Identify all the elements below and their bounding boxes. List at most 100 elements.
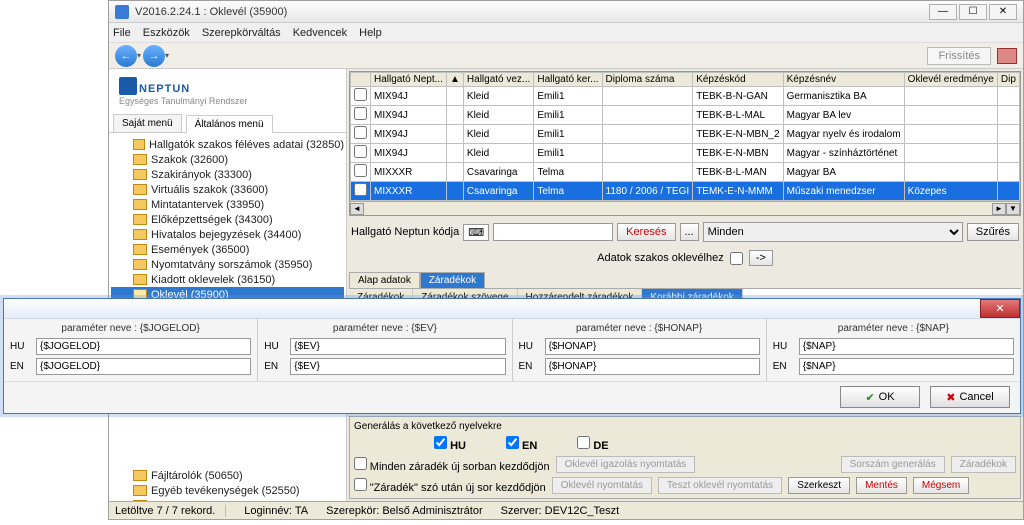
opt-newline[interactable]: Minden záradék új sorban kezdődjön: [354, 457, 550, 473]
filter-button[interactable]: Szűrés: [967, 223, 1019, 241]
param-column: paraméter neve : {$JOGELOD} HU EN: [4, 319, 258, 381]
param-input-hu[interactable]: [799, 338, 1014, 355]
lang-label: EN: [773, 361, 795, 372]
sub-label: Adatok szakos oklevélhez: [597, 252, 724, 264]
generate-box: Generálás a következő nyelvekre HU EN DE…: [349, 416, 1021, 499]
lang-label: EN: [10, 361, 32, 372]
tree-node[interactable]: Fájltárolók (50650): [111, 468, 344, 483]
tabs-primary: Alap adatok Záradékok: [349, 272, 1021, 288]
maximize-button[interactable]: ☐: [959, 4, 987, 20]
param-column: paraméter neve : {$HONAP} HU EN: [513, 319, 767, 381]
lang-de[interactable]: DE: [577, 436, 608, 452]
param-input-en[interactable]: [36, 358, 251, 375]
toolbar: ← ▾ → ▾ Frissítés: [109, 43, 1023, 69]
tab-basic-data[interactable]: Alap adatok: [349, 272, 420, 288]
minimize-button[interactable]: —: [929, 4, 957, 20]
param-input-en[interactable]: [799, 358, 1014, 375]
nav-fwd-drop[interactable]: ▾: [165, 51, 169, 60]
table-row[interactable]: MIX94JKleidEmili1TEBK-B-N-GANGermaniszti…: [351, 87, 1020, 106]
param-input-en[interactable]: [545, 358, 760, 375]
param-header: paraméter neve : {$EV}: [264, 321, 505, 338]
param-column: paraméter neve : {$EV} HU EN: [258, 319, 512, 381]
tree-node[interactable]: Kiadott oklevelek (36150): [111, 272, 344, 287]
lang-hu[interactable]: HU: [434, 436, 466, 452]
search-input[interactable]: [493, 223, 613, 241]
titlebar[interactable]: V2016.2.24.1 : Oklevél (35900) — ☐ ✕: [109, 1, 1023, 23]
tree-node[interactable]: Előképzettségek (34300): [111, 212, 344, 227]
opt-zaradek-newline[interactable]: "Záradék" szó után új sor kezdődjön: [354, 478, 546, 494]
dialog-cancel-button[interactable]: ✖Cancel: [930, 386, 1010, 408]
filter-select[interactable]: Minden: [703, 222, 963, 242]
param-header: paraméter neve : {$JOGELOD}: [10, 321, 251, 338]
tree-node[interactable]: Szakok (32600): [111, 152, 344, 167]
close-button[interactable]: ✕: [989, 4, 1017, 20]
dialog-ok-button[interactable]: ✔OK: [840, 386, 920, 408]
search-label: Hallgató Neptun kódja: [351, 226, 459, 238]
lang-label: EN: [519, 361, 541, 372]
search-button[interactable]: Keresés: [617, 223, 675, 241]
btn-endorsements[interactable]: Záradékok: [951, 456, 1016, 473]
btn-cert-print[interactable]: Oklevél igazolás nyomtatás: [556, 456, 696, 473]
app-icon: [115, 5, 129, 19]
sub-row: Adatok szakos oklevélhez ->: [349, 250, 1021, 266]
lang-en[interactable]: EN: [506, 436, 537, 452]
lang-label: HU: [264, 341, 286, 352]
grid-hscroll[interactable]: ◄ ► ▼: [350, 201, 1020, 215]
data-grid[interactable]: Hallgató Nept...▲Hallgató vez...Hallgató…: [349, 71, 1021, 216]
scroll-left-icon[interactable]: ◄: [350, 203, 364, 215]
btn-test-print[interactable]: Teszt oklevél nyomtatás: [658, 477, 782, 494]
scroll-right-icon[interactable]: ►: [992, 203, 1006, 215]
statusbar: Letöltve 7 / 7 rekord. Loginnév: TA Szer…: [109, 501, 1023, 519]
tree-node[interactable]: Hivatalos bejegyzések (34400): [111, 227, 344, 242]
tab-own-menu[interactable]: Saját menü: [113, 114, 182, 132]
nav-back-button[interactable]: ←: [115, 45, 137, 67]
menu-help[interactable]: Help: [359, 27, 382, 39]
param-input-hu[interactable]: [545, 338, 760, 355]
tree-node[interactable]: Hallgatók szakos féléves adatai (32850): [111, 137, 344, 152]
tab-endorsements[interactable]: Záradékok: [420, 272, 485, 288]
toggle-icon[interactable]: [997, 48, 1017, 64]
btn-edit[interactable]: Szerkeszt: [788, 477, 850, 494]
nav-forward-button[interactable]: →: [143, 45, 165, 67]
btn-diploma-print[interactable]: Oklevél nyomtatás: [552, 477, 652, 494]
table-row[interactable]: MIX94JKleidEmili1TEBK-E-N-MBN_2Magyar ny…: [351, 125, 1020, 144]
scroll-down-icon[interactable]: ▼: [1006, 203, 1020, 215]
nav-back-drop[interactable]: ▾: [137, 51, 141, 60]
param-input-hu[interactable]: [36, 338, 251, 355]
tree-node[interactable]: Egyéb tevékenységek (52550): [111, 483, 344, 498]
status-role: Szerepkör: Belső Adminisztrátor: [326, 505, 483, 517]
sub-arrow-button[interactable]: ->: [749, 250, 773, 266]
search-row: Hallgató Neptun kódja ⌨ Keresés ... Mind…: [349, 220, 1021, 244]
sub-checkbox[interactable]: [730, 252, 743, 265]
tree-node[interactable]: Mintatantervek (33950): [111, 197, 344, 212]
kb-icon[interactable]: ⌨: [463, 224, 489, 241]
tree-node[interactable]: Szakirányok (33300): [111, 167, 344, 182]
table-row[interactable]: MIX94JKleidEmili1TEBK-E-N-MBNMagyar - sz…: [351, 144, 1020, 163]
window-title: V2016.2.24.1 : Oklevél (35900): [135, 6, 927, 18]
table-row[interactable]: MIXXXRCsavaringaTelmaTEBK-B-L-MANMagyar …: [351, 163, 1020, 182]
btn-save[interactable]: Mentés: [856, 477, 907, 494]
refresh-button[interactable]: Frissítés: [927, 47, 991, 65]
param-header: paraméter neve : {$NAP}: [773, 321, 1014, 338]
param-input-hu[interactable]: [290, 338, 505, 355]
tree-node[interactable]: Nyomtatvány sorszámok (35950): [111, 257, 344, 272]
menu-file[interactable]: File: [113, 27, 131, 39]
param-input-en[interactable]: [290, 358, 505, 375]
btn-cancel[interactable]: Mégsem: [913, 477, 969, 494]
dialog-titlebar[interactable]: ✕: [4, 299, 1020, 319]
tab-general-menu[interactable]: Általános menü: [186, 115, 273, 133]
menu-role[interactable]: Szerepkörváltás: [202, 27, 281, 39]
tree-node[interactable]: Virtuális szakok (33600): [111, 182, 344, 197]
table-row[interactable]: MIXXXRCsavaringaTelma1180 / 2006 / TEGIT…: [351, 182, 1020, 201]
search-more-button[interactable]: ...: [680, 223, 699, 241]
btn-serial-gen[interactable]: Sorszám generálás: [841, 456, 945, 473]
status-records: Letöltve 7 / 7 rekord.: [115, 505, 226, 517]
lang-label: HU: [519, 341, 541, 352]
logo: NEPTUN Egységes Tanulmányi Rendszer: [109, 69, 346, 108]
menu-tools[interactable]: Eszközök: [143, 27, 190, 39]
menu-fav[interactable]: Kedvencek: [293, 27, 347, 39]
dialog-close-button[interactable]: ✕: [980, 299, 1020, 318]
tree-node[interactable]: Események (36500): [111, 242, 344, 257]
param-column: paraméter neve : {$NAP} HU EN: [767, 319, 1020, 381]
table-row[interactable]: MIX94JKleidEmili1TEBK-B-L-MALMagyar BA l…: [351, 106, 1020, 125]
